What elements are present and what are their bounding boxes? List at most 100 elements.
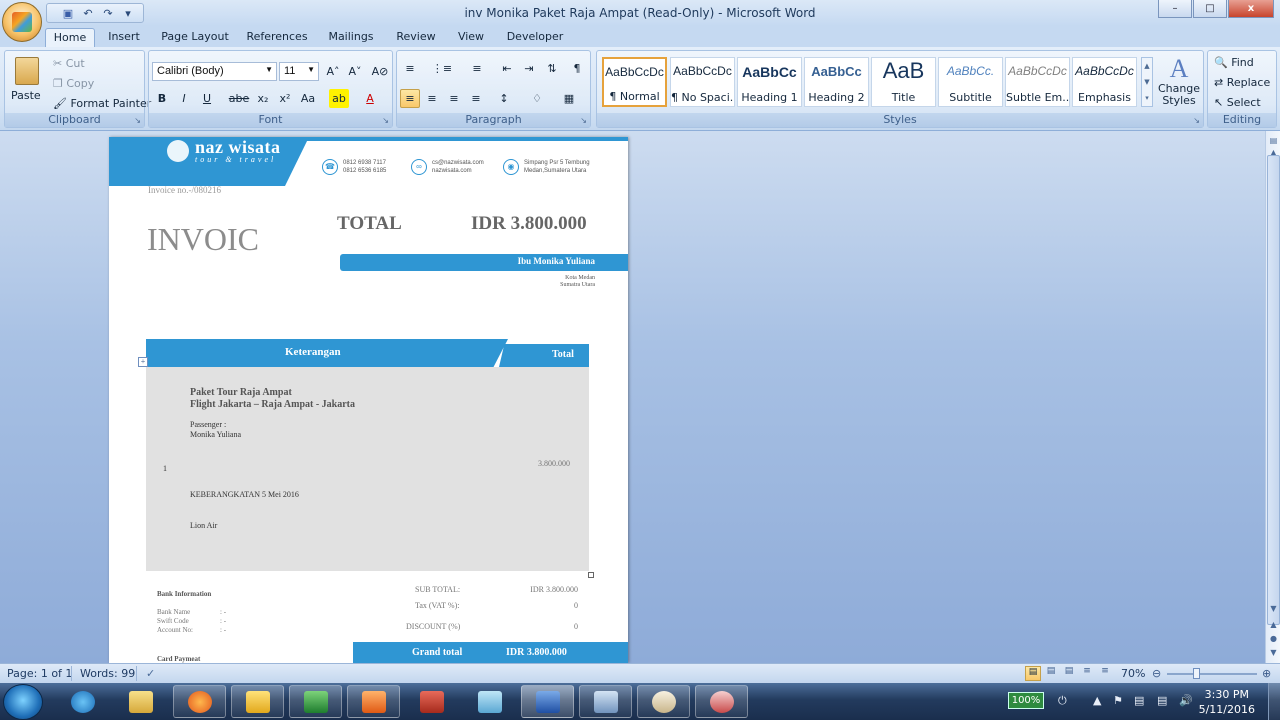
zoom-in-icon[interactable]: ⊕: [1262, 667, 1271, 680]
copy-button[interactable]: ❐ Copy: [53, 77, 94, 90]
find-button[interactable]: 🔍 Find: [1214, 56, 1254, 69]
taskbar-paint[interactable]: [637, 685, 690, 718]
draft-icon[interactable]: ≡: [1097, 666, 1113, 681]
bullets-icon[interactable]: ≡: [400, 59, 420, 78]
change-styles-button[interactable]: A Change Styles: [1157, 55, 1201, 115]
tab-references[interactable]: References: [243, 28, 311, 47]
align-center-icon[interactable]: ≡: [422, 89, 442, 108]
tab-view[interactable]: View: [451, 28, 491, 47]
multilevel-list-icon[interactable]: ≡: [467, 59, 487, 78]
style-subtle-emphasis[interactable]: AaBbCcDc Subtle Em...: [1005, 57, 1070, 107]
change-case-button[interactable]: Aa: [298, 89, 318, 108]
taskbar-ie[interactable]: [56, 685, 109, 718]
page-count[interactable]: Page: 1 of 1: [7, 667, 72, 680]
taskbar-tool[interactable]: [463, 685, 516, 718]
tab-page-layout[interactable]: Page Layout: [157, 28, 233, 47]
tab-mailings[interactable]: Mailings: [322, 28, 380, 47]
italic-button[interactable]: I: [174, 89, 194, 108]
power-icon[interactable]: ⏻: [1058, 694, 1067, 708]
paragraph-dialog-launcher[interactable]: ↘: [580, 116, 587, 125]
document-page[interactable]: naz wisata tour & travel ☎ 0812 6938 711…: [109, 137, 628, 663]
shrink-font-button[interactable]: A˅: [345, 62, 365, 81]
style-no-spacing[interactable]: AaBbCcDc ¶ No Spaci...: [670, 57, 735, 107]
zoom-slider-thumb[interactable]: [1193, 668, 1200, 679]
style-emphasis[interactable]: AaBbCcDc Emphasis: [1072, 57, 1137, 107]
borders-icon[interactable]: ▦: [559, 89, 579, 108]
table-resize-handle[interactable]: [588, 572, 594, 578]
web-layout-icon[interactable]: ▤: [1061, 666, 1077, 681]
clear-formatting-button[interactable]: A⊘: [370, 62, 390, 81]
replace-button[interactable]: ⇄ Replace: [1214, 76, 1270, 89]
superscript-button[interactable]: x²: [275, 89, 295, 108]
outline-icon[interactable]: ≡: [1079, 666, 1095, 681]
taskbar-excel[interactable]: [289, 685, 342, 718]
numbering-icon[interactable]: ⋮≡: [432, 59, 452, 78]
bold-button[interactable]: B: [152, 89, 172, 108]
taskbar-app-yellow[interactable]: [231, 685, 284, 718]
previous-page-icon[interactable]: ▲: [1267, 617, 1280, 632]
font-family-select[interactable]: Calibri (Body) ▼: [152, 62, 277, 81]
align-left-icon[interactable]: ≡: [400, 89, 420, 108]
start-button[interactable]: [3, 684, 43, 720]
cut-button[interactable]: ✂ Cut: [53, 57, 85, 70]
font-dialog-launcher[interactable]: ↘: [382, 116, 389, 125]
font-size-select[interactable]: 11 ▼: [279, 62, 319, 81]
browse-object-icon[interactable]: ●: [1267, 631, 1280, 646]
flag-icon[interactable]: ⚑: [1113, 694, 1123, 707]
battery-indicator[interactable]: 100%: [1008, 692, 1044, 709]
office-button[interactable]: [2, 2, 42, 42]
show-desktop-button[interactable]: [1268, 683, 1280, 720]
taskbar-word[interactable]: [521, 685, 574, 718]
select-button[interactable]: ↖ Select: [1214, 96, 1261, 109]
clock[interactable]: 3:30 PM 5/11/2016: [1199, 687, 1255, 717]
clipboard-dialog-launcher[interactable]: ↘: [134, 116, 141, 125]
zoom-out-icon[interactable]: ⊖: [1152, 667, 1161, 680]
scroll-thumb[interactable]: [1267, 155, 1280, 625]
next-page-icon[interactable]: ▼: [1267, 645, 1280, 660]
maximize-button[interactable]: □: [1193, 0, 1227, 18]
taskbar-firefox[interactable]: [173, 685, 226, 718]
taskbar-explorer[interactable]: [114, 685, 167, 718]
word-count[interactable]: Words: 99: [80, 667, 135, 680]
tab-home[interactable]: Home: [45, 28, 95, 47]
justify-icon[interactable]: ≡: [466, 89, 486, 108]
increase-indent-icon[interactable]: ⇥: [519, 59, 539, 78]
taskbar-snipping[interactable]: [695, 685, 748, 718]
style-title[interactable]: AaB Title: [871, 57, 936, 107]
strikethrough-button[interactable]: abe: [229, 89, 250, 108]
taskbar-book[interactable]: [405, 685, 458, 718]
proofing-icon[interactable]: ✓: [146, 667, 155, 680]
paste-button[interactable]: Paste: [11, 55, 45, 113]
network-tray-icon[interactable]: ▤: [1157, 694, 1167, 707]
scroll-down-icon[interactable]: ▼: [1267, 601, 1280, 616]
style-heading-1[interactable]: AaBbCc Heading 1: [737, 57, 802, 107]
decrease-indent-icon[interactable]: ⇤: [497, 59, 517, 78]
tab-review[interactable]: Review: [391, 28, 441, 47]
style-normal[interactable]: AaBbCcDc ¶ Normal: [602, 57, 667, 107]
print-layout-icon[interactable]: ▤: [1025, 666, 1041, 681]
taskbar-network[interactable]: [579, 685, 632, 718]
tab-insert[interactable]: Insert: [101, 28, 147, 47]
monitor-icon[interactable]: ▤: [1134, 694, 1144, 707]
show-hidden-icons[interactable]: ▲: [1093, 694, 1101, 707]
vertical-scrollbar[interactable]: ▤ ▲ ▼ ▲ ● ▼: [1265, 131, 1280, 663]
zoom-slider[interactable]: [1167, 673, 1257, 675]
tab-developer[interactable]: Developer: [502, 28, 568, 47]
zoom-level[interactable]: 70%: [1121, 667, 1145, 680]
underline-button[interactable]: U: [197, 89, 217, 108]
sort-icon[interactable]: ⇅: [542, 59, 562, 78]
font-color-button[interactable]: A: [360, 89, 380, 108]
format-painter-button[interactable]: 🖌 Format Painter: [53, 97, 151, 110]
minimize-button[interactable]: –: [1158, 0, 1192, 18]
close-button[interactable]: x: [1228, 0, 1274, 18]
volume-icon[interactable]: 🔊: [1179, 694, 1193, 707]
show-formatting-icon[interactable]: ¶: [567, 59, 587, 78]
styles-dialog-launcher[interactable]: ↘: [1193, 116, 1200, 125]
shading-icon[interactable]: ♢: [527, 89, 547, 108]
table-move-handle-icon[interactable]: +: [138, 357, 148, 367]
styles-scroll[interactable]: ▲ ▼ ▾: [1141, 57, 1153, 107]
highlight-button[interactable]: ab: [329, 89, 349, 108]
style-heading-2[interactable]: AaBbCc Heading 2: [804, 57, 869, 107]
grow-font-button[interactable]: A˄: [323, 62, 343, 81]
align-right-icon[interactable]: ≡: [444, 89, 464, 108]
